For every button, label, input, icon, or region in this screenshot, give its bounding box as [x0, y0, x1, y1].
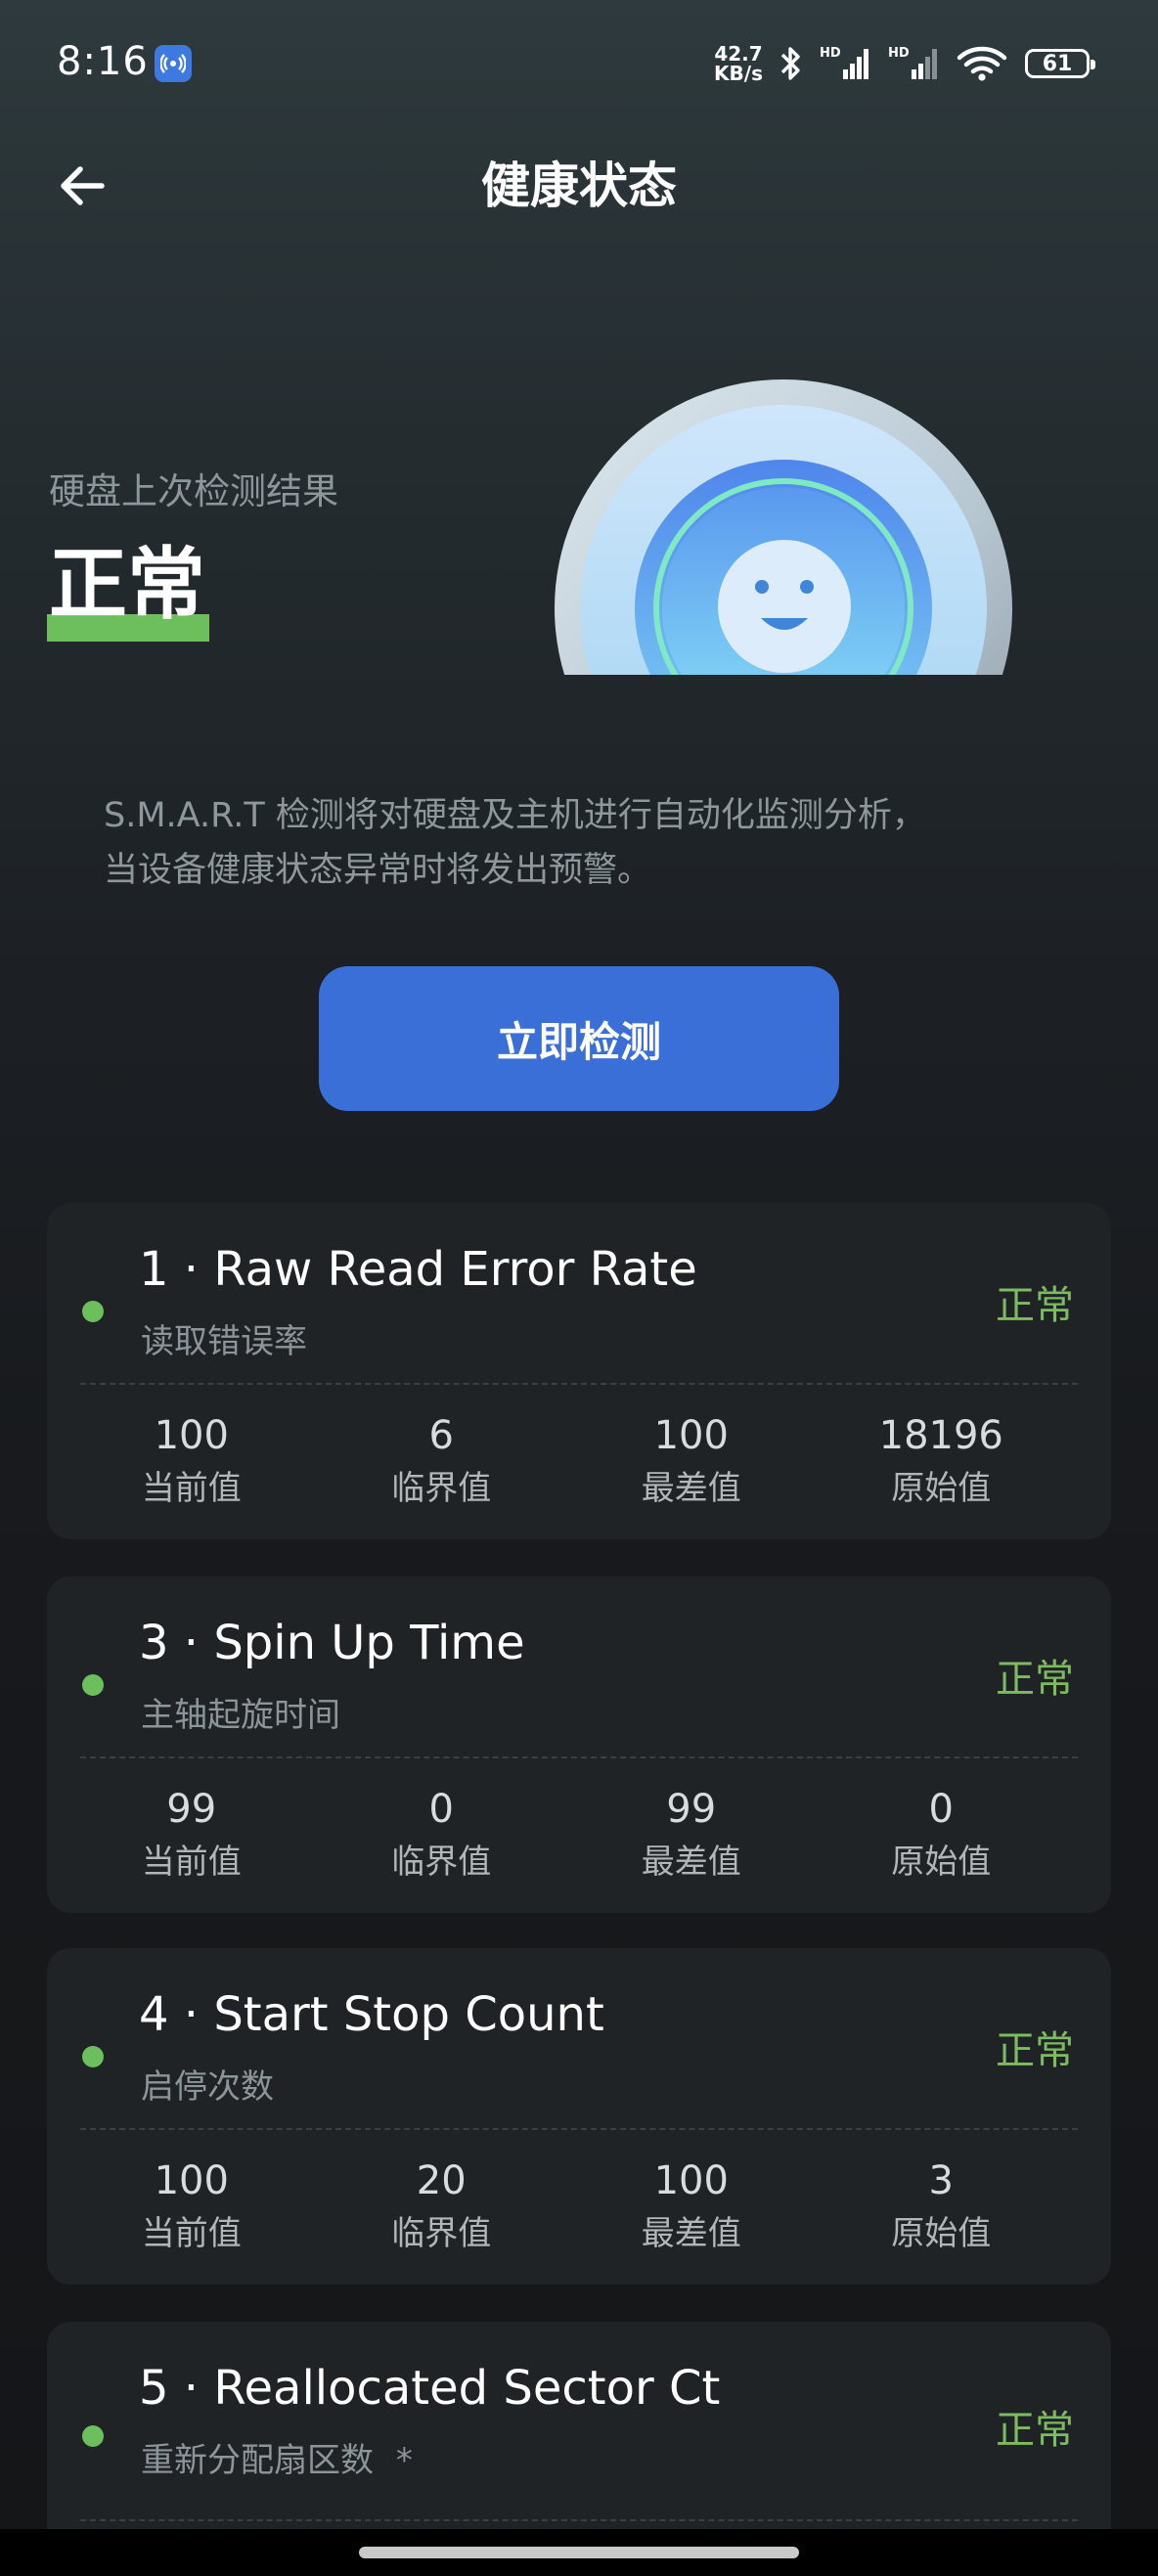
status-icons: 42.7 KB/s HD HD 61 [714, 41, 1095, 86]
status-dot [82, 1674, 104, 1696]
description-line: S.M.A.R.T 检测将对硬盘及主机进行自动化监测分析， [104, 796, 926, 835]
stat-label: 当前值 [141, 1843, 242, 1882]
attribute-title: 1 · Raw Read Error Rate [139, 1242, 697, 1297]
smart-attribute-card[interactable]: 4 · Start Stop Count 启停次数 正常 100 当前值 20 … [47, 1948, 1111, 2285]
smart-attribute-card[interactable]: 1 · Raw Read Error Rate 读取错误率 正常 100 当前值… [47, 1203, 1111, 1539]
attribute-subtitle: 读取错误率 [141, 1322, 307, 1361]
stat-threshold: 20 临界值 [317, 2155, 567, 2259]
stat-value: 99 [666, 1787, 717, 1832]
attribute-title: 5 · Reallocated Sector Ct [139, 2361, 721, 2416]
hotspot-icon [155, 45, 192, 82]
check-now-button[interactable]: 立即检测 [319, 966, 839, 1111]
smart-description: S.M.A.R.T 检测将对硬盘及主机进行自动化监测分析， 当设备健康状态异常时… [104, 788, 1062, 898]
attribute-subtitle: 启停次数 [141, 2067, 274, 2107]
attribute-title: 3 · Spin Up Time [139, 1616, 525, 1670]
wifi-icon [957, 46, 1007, 81]
hero-status: 正常 [49, 536, 205, 634]
stat-label: 原始值 [891, 1843, 992, 1882]
attribute-status: 正常 [996, 2028, 1074, 2073]
attribute-stats: 100 当前值 20 临界值 100 最差值 3 原始值 [67, 2155, 1066, 2259]
stat-label: 原始值 [891, 1469, 992, 1508]
stat-label: 临界值 [391, 1843, 492, 1882]
card-divider [80, 1756, 1078, 1758]
status-time: 8:16 [57, 39, 149, 84]
stat-worst: 99 最差值 [566, 1784, 817, 1888]
stat-raw: 0 原始值 [817, 1784, 1067, 1888]
stat-raw: 18196 原始值 [817, 1410, 1067, 1514]
status-bar: 8:16 42.7 KB/s HD HD 61 [0, 0, 1158, 127]
description-line: 当设备健康状态异常时将发出预警。 [104, 851, 652, 890]
stat-value: 3 [928, 2158, 954, 2203]
stat-current: 99 当前值 [67, 1784, 317, 1888]
net-speed-unit: KB/s [714, 62, 763, 85]
attribute-stats: 100 当前值 6 临界值 100 最差值 18196 原始值 [67, 1410, 1066, 1514]
net-speed-value: 42.7 [714, 42, 763, 66]
stat-value: 20 [416, 2158, 467, 2203]
attribute-title: 4 · Start Stop Count [139, 1987, 604, 2042]
back-button[interactable] [51, 155, 113, 217]
stat-current: 100 当前值 [67, 1410, 317, 1514]
attribute-subtitle-text: 重新分配扇区数 [141, 2441, 374, 2480]
attribute-subtitle: 重新分配扇区数 * [141, 2433, 413, 2481]
arrow-left-icon [61, 166, 105, 205]
attribute-stats: 99 当前值 0 临界值 99 最差值 0 原始值 [67, 1784, 1066, 1888]
stat-value: 100 [653, 1413, 729, 1458]
stat-value: 100 [653, 2158, 729, 2203]
signal-hd-icon: HD [888, 46, 937, 79]
status-dot [82, 2046, 104, 2067]
bluetooth-icon [780, 47, 800, 80]
hero-status-text: 正常 [49, 539, 205, 630]
smart-attribute-card[interactable]: 5 · Reallocated Sector Ct 重新分配扇区数 * 正常 [47, 2322, 1111, 2529]
stat-worst: 100 最差值 [566, 1410, 817, 1514]
card-divider [80, 2519, 1078, 2521]
card-divider [80, 2128, 1078, 2130]
hero-caption: 硬盘上次检测结果 [49, 470, 338, 512]
stat-threshold: 0 临界值 [317, 1784, 567, 1888]
smiley-dome-icon [555, 379, 1012, 675]
battery-level: 61 [1042, 51, 1073, 76]
stat-label: 临界值 [391, 1469, 492, 1508]
stat-value: 100 [154, 2158, 229, 2203]
stat-label: 当前值 [141, 2214, 242, 2253]
stat-value: 100 [154, 1413, 229, 1458]
stat-current: 100 当前值 [67, 2155, 317, 2259]
stat-label: 最差值 [641, 1469, 741, 1508]
stat-label: 当前值 [141, 1469, 242, 1508]
status-dot [82, 1301, 104, 1322]
stat-label: 原始值 [891, 2214, 992, 2253]
net-speed: 42.7 KB/s [714, 44, 763, 83]
stat-value: 99 [166, 1787, 217, 1832]
stat-value: 18196 [878, 1413, 1003, 1458]
stat-label: 临界值 [391, 2214, 492, 2253]
status-dot [82, 2425, 104, 2447]
attribute-subtitle: 主轴起旋时间 [141, 1696, 340, 1735]
stat-label: 最差值 [641, 1843, 741, 1882]
attribute-status: 正常 [996, 1283, 1074, 1328]
stat-value: 0 [428, 1787, 454, 1832]
asterisk-mark: * [395, 2441, 413, 2480]
stat-label: 最差值 [641, 2214, 741, 2253]
svg-text:HD: HD [820, 46, 841, 61]
attribute-status: 正常 [996, 1657, 1074, 1702]
stat-value: 0 [928, 1787, 954, 1832]
home-indicator[interactable] [359, 2547, 799, 2558]
stat-value: 6 [428, 1413, 454, 1458]
page-title: 健康状态 [481, 157, 677, 214]
card-divider [80, 1383, 1078, 1385]
stat-raw: 3 原始值 [817, 2155, 1067, 2259]
stat-worst: 100 最差值 [566, 2155, 817, 2259]
stat-threshold: 6 临界值 [317, 1410, 567, 1514]
signal-hd-icon: HD [820, 46, 868, 79]
battery-icon: 61 [1025, 49, 1095, 78]
attribute-status: 正常 [996, 2408, 1074, 2453]
svg-text:HD: HD [888, 46, 910, 61]
smart-attribute-card[interactable]: 3 · Spin Up Time 主轴起旋时间 正常 99 当前值 0 临界值 … [47, 1577, 1111, 1913]
